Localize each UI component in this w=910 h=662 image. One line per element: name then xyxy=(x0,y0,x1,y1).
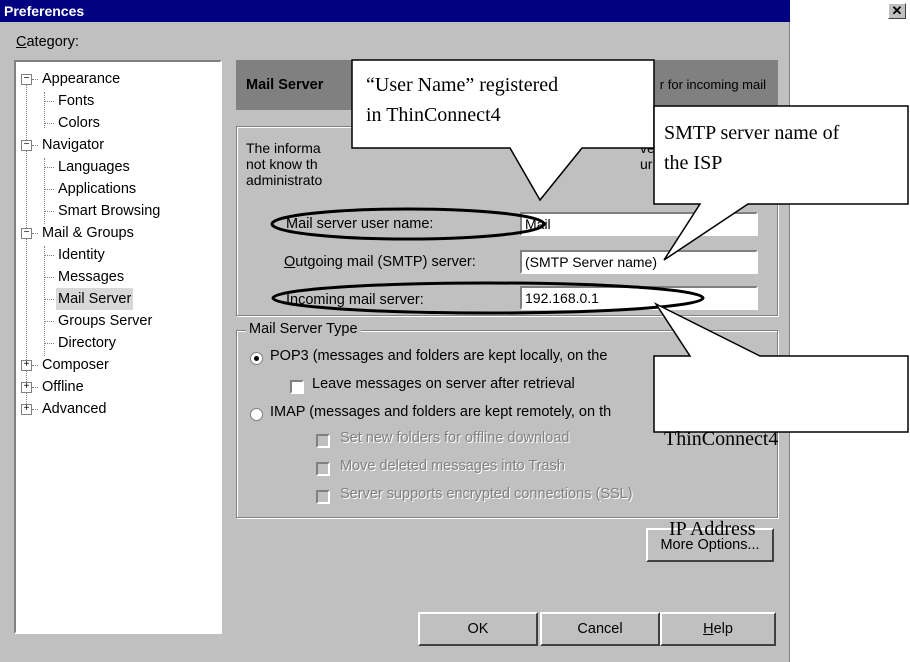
username-callout-text: “User Name” registered in ThinConnect4 xyxy=(366,74,559,126)
smtp-callout-text: SMTP server name of the ISP xyxy=(664,122,840,174)
ip-callout-text: ThinConnect4 IP Address xyxy=(664,428,779,540)
incoming-highlight-ellipse xyxy=(271,281,705,315)
username-highlight-ellipse xyxy=(270,207,546,241)
